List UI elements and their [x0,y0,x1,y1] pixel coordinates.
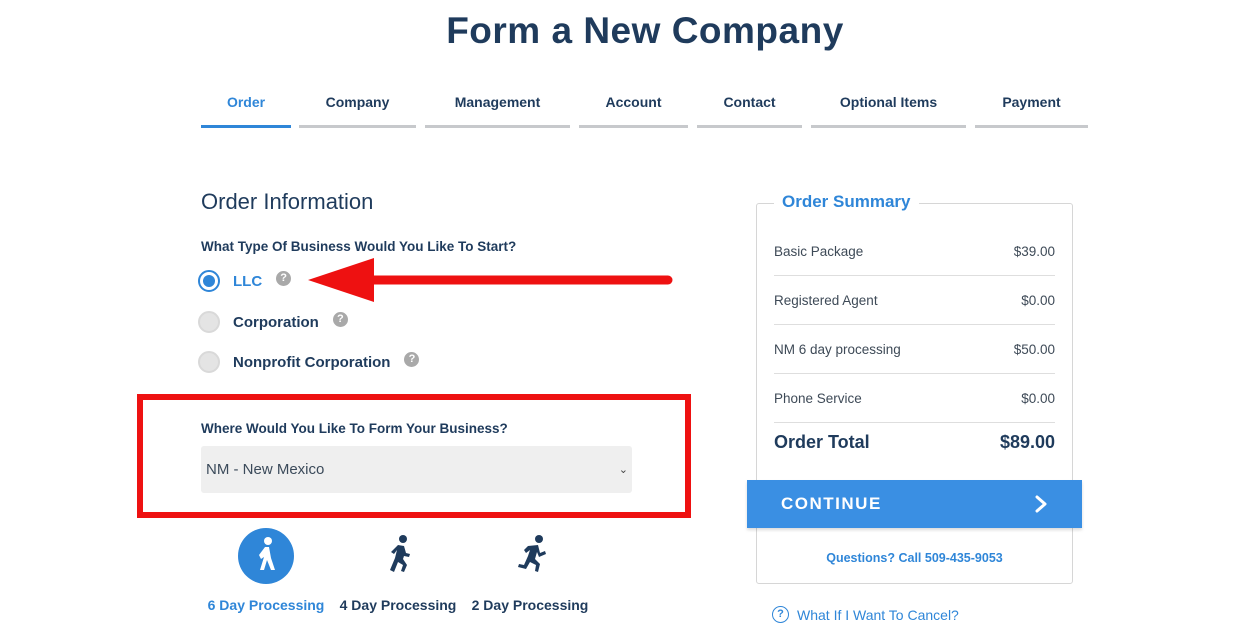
processing-label-6-day: 6 Day Processing [207,597,325,613]
radio-label-nonprofit: Nonprofit Corporation [233,353,391,371]
tab-management[interactable]: Management [425,92,570,128]
business-type-question: What Type Of Business Would You Like To … [201,239,517,254]
order-total-row: Order Total $89.00 [774,432,1055,453]
tab-contact[interactable]: Contact [697,92,802,128]
page-title: Form a New Company [446,10,844,51]
state-select-value: NM - New Mexico [206,461,325,478]
radio-button-nonprofit[interactable] [198,351,220,373]
summary-item-label: Registered Agent [774,292,878,308]
radio-label-llc: LLC [233,272,263,290]
summary-item-price: $0.00 [1021,390,1055,406]
order-total-label: Order Total [774,432,870,452]
tab-company[interactable]: Company [299,92,416,128]
help-icon[interactable]: ? [276,270,292,286]
order-total-value: $89.00 [999,432,1055,452]
summary-line-item: Basic Package $39.00 [774,227,1055,276]
help-icon[interactable]: ? [332,311,348,327]
continue-button-label: CONTINUE [781,494,882,513]
phone-contact-link[interactable]: Questions? Call 509-435-9053 [756,551,1073,565]
summary-item-price: $0.00 [1021,292,1055,308]
walking-person-icon [238,528,294,584]
chevron-right-icon [1035,495,1047,513]
summary-item-price: $39.00 [1013,243,1055,259]
question-circle-icon: ? [772,606,789,623]
state-select[interactable]: NM - New Mexico ⌄ [201,446,632,493]
summary-item-label: Phone Service [774,390,862,406]
tab-account[interactable]: Account [579,92,688,128]
cancel-info-text: What If I Want To Cancel? [797,606,959,623]
radio-option-llc[interactable]: LLC ? [198,268,292,294]
summary-item-label: NM 6 day processing [774,341,901,357]
red-arrow-annotation [308,258,673,302]
summary-line-item: Registered Agent $0.00 [774,276,1055,325]
radio-option-nonprofit[interactable]: Nonprofit Corporation ? [198,349,420,375]
processing-option-6-day[interactable]: 6 Day Processing [207,528,325,613]
tab-optional-items[interactable]: Optional Items [811,92,966,128]
radio-option-corporation[interactable]: Corporation ? [198,309,348,335]
radio-button-corporation[interactable] [198,311,220,333]
order-summary-title: Order Summary [774,192,919,212]
radio-label-corporation: Corporation [233,313,319,331]
continue-button[interactable]: CONTINUE [747,480,1082,528]
tab-payment[interactable]: Payment [975,92,1088,128]
processing-option-2-day[interactable]: 2 Day Processing [470,528,590,613]
running-person-icon [502,528,558,584]
state-question: Where Would You Like To Form Your Busine… [201,421,508,436]
summary-line-item: Phone Service $0.00 [774,374,1055,423]
radio-button-llc[interactable] [198,270,220,292]
processing-option-4-day[interactable]: 4 Day Processing [338,528,458,613]
processing-label-4-day: 4 Day Processing [339,597,457,613]
processing-label-2-day: 2 Day Processing [471,597,589,613]
help-icon[interactable]: ? [404,351,420,367]
summary-item-label: Basic Package [774,243,864,259]
order-information-heading: Order Information [201,189,374,214]
jogging-person-icon [370,528,426,584]
tab-order[interactable]: Order [201,92,291,128]
chevron-down-icon: ⌄ [618,464,628,476]
summary-line-item: NM 6 day processing $50.00 [774,325,1055,374]
summary-item-price: $50.00 [1013,341,1055,357]
cancel-info-link[interactable]: ? What If I Want To Cancel? [772,606,959,623]
